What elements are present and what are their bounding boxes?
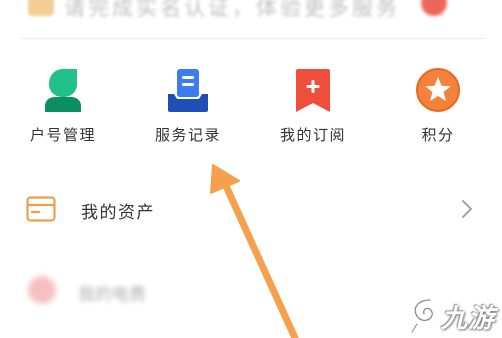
- service-record-icon: [168, 69, 208, 112]
- blurred-row-icon: [28, 276, 56, 304]
- watermark-text: 九游: [441, 304, 496, 334]
- quick-access-grid: 户号管理 服务记录 我的订阅 积分: [0, 66, 502, 156]
- grid-item-subscription[interactable]: 我的订阅: [258, 66, 368, 156]
- grid-item-label: 我的订阅: [279, 126, 346, 144]
- banner-action-dot[interactable]: [421, 0, 447, 16]
- grid-item-label: 服务记录: [154, 126, 221, 144]
- grid-item-account[interactable]: 户号管理: [8, 66, 118, 156]
- wallet-icon: [26, 196, 56, 222]
- points-star-icon: [416, 68, 460, 112]
- speaker-icon: [28, 0, 54, 16]
- grid-item-points[interactable]: 积分: [383, 66, 493, 156]
- banner-text: 请完成实名认证，体验更多服务: [64, 0, 400, 20]
- grid-item-service-record[interactable]: 服务记录: [133, 66, 243, 156]
- grid-item-label: 积分: [421, 126, 455, 144]
- divider: [20, 38, 485, 39]
- watermark-logo: 九游: [408, 294, 500, 334]
- blurred-row-text: 我的电费: [78, 285, 146, 305]
- chevron-right-icon: [462, 200, 472, 218]
- subscription-bookmark-icon: [296, 69, 330, 112]
- user-account-icon: [45, 69, 81, 112]
- my-assets-label: 我的资产: [81, 203, 155, 223]
- grid-item-label: 户号管理: [29, 126, 96, 144]
- realname-banner[interactable]: 请完成实名认证，体验更多服务: [0, 0, 502, 36]
- my-assets-row[interactable]: 我的资产: [0, 186, 502, 232]
- watermark-swirl-icon: [409, 297, 436, 334]
